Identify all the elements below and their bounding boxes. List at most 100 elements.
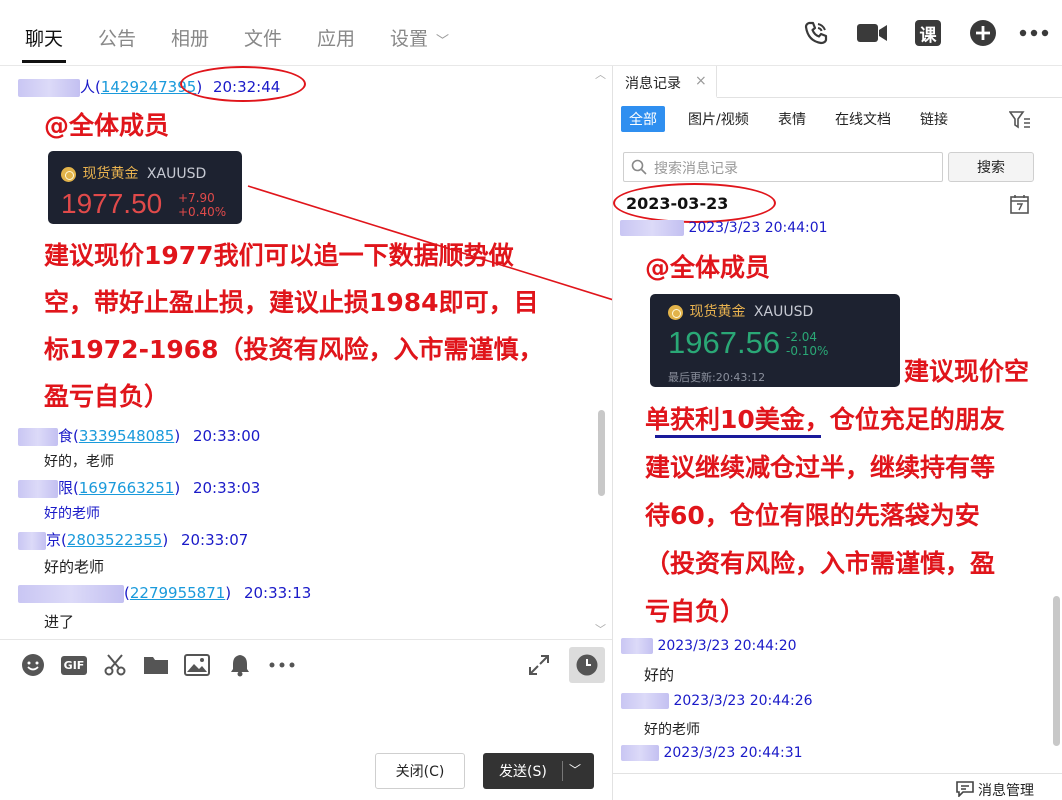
message-time: 20:33:07 [180,531,249,549]
more-icon[interactable] [267,652,297,678]
gold-coin-icon [61,166,76,182]
history-message-time: 2023/3/23 20:44:31 [663,745,803,761]
sender-name-masked [18,584,124,603]
search-button[interactable]: 搜索 [948,152,1034,182]
history-message-header: 2023/3/23 20:44:20 [621,638,797,654]
advice-text-line-5: 亏自负） [645,597,746,626]
message-text: 好的老师 [44,558,105,576]
history-message-time: 2023/3/23 20:44:20 [657,638,797,654]
send-button-label: 发送(S) [499,764,547,780]
sender-qq-link[interactable]: 3339548085 [79,427,174,445]
advice-text-line-4: 盈亏自负） [44,382,170,411]
sender-name-masked [18,427,58,446]
filter-icon[interactable] [1008,110,1031,134]
top-nav: 聊天 公告 相册 文件 应用 设置 ﹀ 课 [0,0,1062,66]
calendar-icon[interactable] [1010,194,1029,218]
close-button[interactable]: 关闭(C) [375,753,465,789]
history-clock-icon[interactable] [569,647,605,683]
filter-images-videos[interactable]: 图片/视频 [680,106,757,132]
scissors-icon[interactable] [102,652,128,678]
chat-message-list[interactable]: 人(1429247395) 20:32:44 @全体成员 现货黄金 XAUUSD… [0,66,612,639]
sender-name-masked [18,479,58,498]
tab-chat[interactable]: 聊天 [25,24,63,51]
quote-name: 现货黄金 [689,304,746,320]
history-search-input[interactable]: 搜索消息记录 [623,152,943,182]
folder-icon[interactable] [143,652,169,678]
tab-album[interactable]: 相册 [171,24,209,51]
advice-text-line-3: 标1972-1968（投资有风险，入市需谨慎， [44,335,544,364]
tab-settings[interactable]: 设置 ﹀ [390,24,449,51]
quote-price: 1977.50 [61,188,163,219]
quote-name: 现货黄金 [82,166,139,182]
video-call-icon[interactable] [855,18,889,48]
sender-name-masked [621,745,659,761]
history-message-time: 2023/3/23 20:44:26 [673,693,813,709]
tab-files[interactable]: 文件 [244,24,282,51]
annotation-circle [180,66,306,102]
advice-text-line-4: （投资有风险，入市需谨慎，盈 [645,549,996,578]
filter-stickers[interactable]: 表情 [770,106,814,132]
more-icon[interactable] [1019,18,1049,48]
history-message-text: 好的老师 [644,722,700,738]
quote-change: -2.04 [786,330,818,344]
filter-online-docs[interactable]: 在线文档 [827,106,899,132]
scroll-up-icon[interactable]: ︿ [595,66,606,82]
history-tab[interactable]: 消息记录 × [613,66,717,98]
advice-text-line-1: 建议现价1977我们可以追一下数据顺势做 [44,241,514,270]
sender-name-masked [620,220,684,236]
tab-notice[interactable]: 公告 [98,24,136,51]
history-tab-label: 消息记录 [625,76,681,92]
message-header: 京(2803522355) 20:33:07 [18,529,248,550]
quote-symbol: XAUUSD [753,304,814,320]
close-icon[interactable]: × [695,73,707,89]
history-message-header: 2023/3/23 20:44:01 [620,220,828,236]
class-icon[interactable]: 课 [913,18,943,48]
message-text: 好的，老师 [44,454,114,470]
image-icon[interactable] [184,652,210,678]
chat-window: 聊天 公告 相册 文件 应用 设置 ﹀ 课 人(1429247395) 20:32… [0,0,1062,800]
message-management-label: 消息管理 [978,783,1034,799]
at-all-mention: @全体成员 [44,111,170,140]
add-icon[interactable] [968,18,998,48]
sender-name-masked [621,638,653,654]
quote-symbol: XAUUSD [146,166,207,182]
quote-updated: 最后更新:20:43:12 [668,371,766,384]
gold-coin-icon [668,304,683,320]
phone-call-icon[interactable] [801,18,831,48]
message-time: 20:33:13 [243,584,312,602]
gif-icon[interactable]: GIF [60,652,88,678]
expand-icon[interactable] [526,652,552,678]
history-scrollbar[interactable] [1053,596,1060,746]
history-message-time: 2023/3/23 20:44:01 [688,220,828,236]
scroll-down-icon[interactable]: ﹀ [595,621,606,637]
filter-links[interactable]: 链接 [912,106,956,132]
quote-change-pct: -0.10% [786,344,829,358]
message-header: 食(3339548085) 20:33:00 [18,425,260,446]
sender-qq-link[interactable]: 2279955871 [130,584,225,602]
sender-qq-link[interactable]: 1697663251 [79,479,174,497]
sender-name-masked [18,531,46,550]
sender-qq-link[interactable]: 2803522355 [67,531,162,549]
tab-apps[interactable]: 应用 [317,24,355,51]
gold-quote-card[interactable]: 现货黄金 XAUUSD 1977.50 +7.90 +0.40% [48,151,242,224]
message-history-panel: 消息记录 × 全部 图片/视频 表情 在线文档 链接 搜索消息记录 搜索 202… [612,66,1062,800]
advice-text-line-2: 空，带好止盈止损，建议止损1984即可，目 [44,288,539,317]
chevron-down-icon[interactable]: ﹀ [569,761,581,778]
message-management-button[interactable]: 消息管理 [956,780,1034,800]
bell-icon[interactable] [227,652,253,678]
filter-all[interactable]: 全部 [621,106,665,132]
tab-settings-label: 设置 [390,28,429,50]
gold-quote-card[interactable]: 现货黄金 XAUUSD 1967.56 -2.04 -0.10% 最后更新:20… [650,294,900,387]
emoji-icon[interactable] [20,652,46,678]
message-text: 好的老师 [44,506,100,522]
sender-name-masked [18,78,80,97]
quote-change: +7.90 [178,191,215,205]
send-button[interactable]: 发送(S) ﹀ [483,753,594,789]
advice-text-line-3: 待60，仓位有限的先落袋为安 [645,501,980,530]
search-placeholder: 搜索消息记录 [654,161,738,177]
history-message-text: 好的 [644,666,675,684]
sender-name-masked [621,693,669,709]
at-all-mention: @全体成员 [645,253,771,282]
message-time: 20:33:00 [192,427,261,445]
chat-scrollbar[interactable] [598,410,605,496]
